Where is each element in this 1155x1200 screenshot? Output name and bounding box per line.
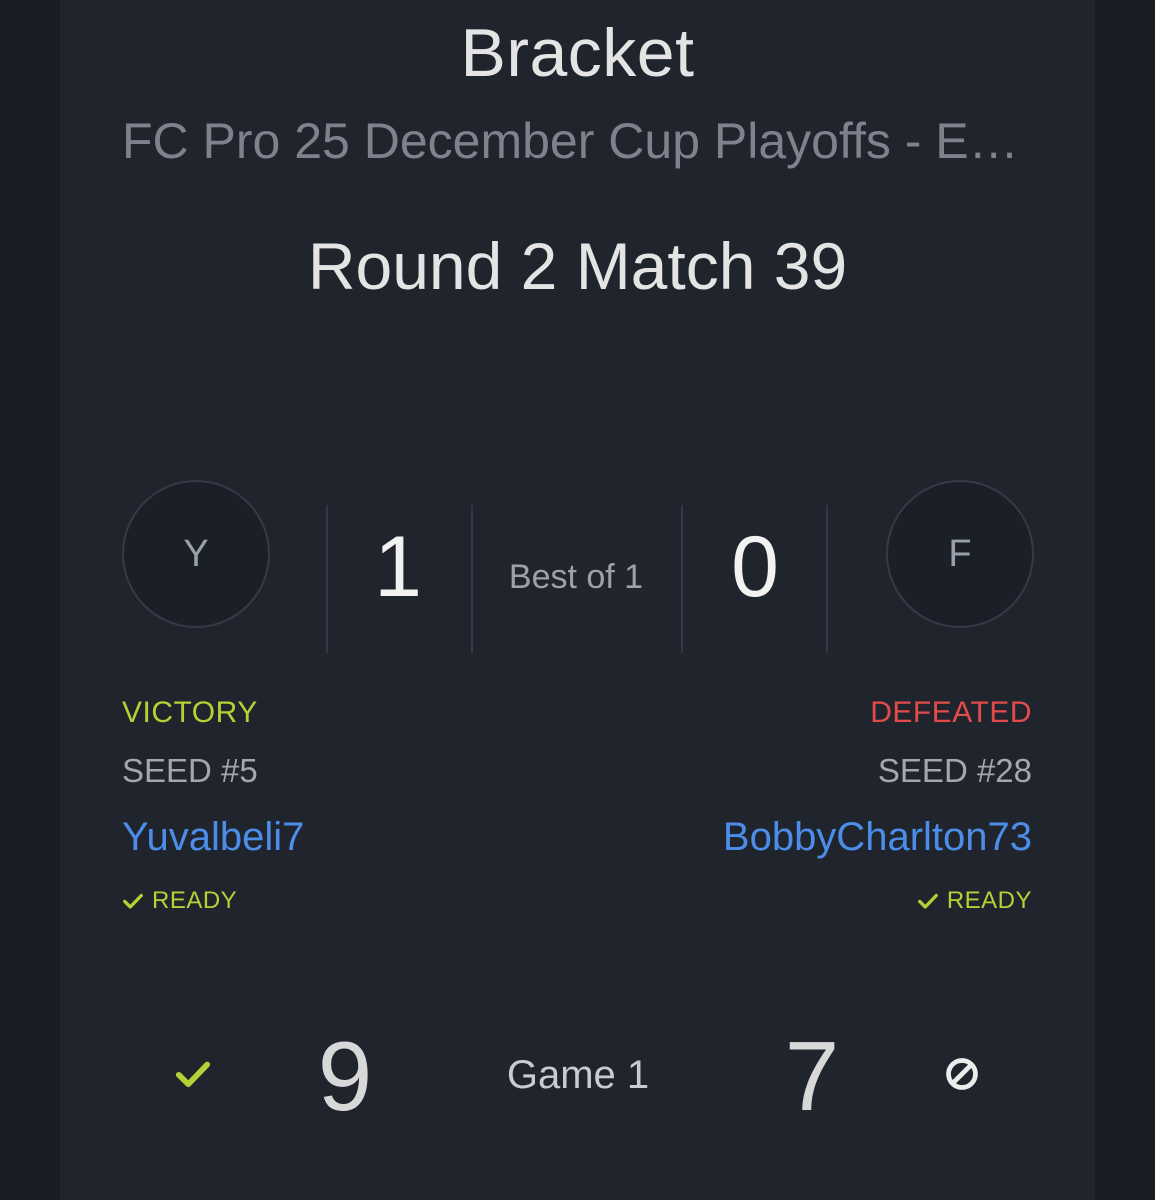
divider <box>471 505 473 653</box>
match-title: Round 2 Match 39 <box>307 229 848 303</box>
right-player-name-link[interactable]: BobbyCharlton73 <box>723 815 1032 860</box>
check-icon <box>123 893 143 909</box>
divider <box>681 505 683 653</box>
left-result-badge: VICTORY <box>122 696 258 729</box>
right-seed: SEED #28 <box>877 752 1032 789</box>
right-result-badge: DEFEATED <box>870 696 1032 729</box>
game-winner-check-icon <box>175 1061 211 1088</box>
tournament-name: FC Pro 25 December Cup Playoffs - E… <box>122 113 1019 169</box>
page-title: Bracket <box>460 15 695 91</box>
divider <box>826 505 828 653</box>
right-series-score: 0 <box>731 519 779 615</box>
best-of-label: Best of 1 <box>508 558 644 596</box>
left-ready-label: READY <box>152 887 238 914</box>
right-ready-status: READY <box>917 887 1032 915</box>
left-player-name-link[interactable]: Yuvalbeli7 <box>122 815 304 860</box>
no-entry-icon <box>946 1058 978 1090</box>
check-icon <box>917 893 938 909</box>
left-series-score: 1 <box>374 519 422 615</box>
right-ready-label: READY <box>946 887 1032 914</box>
game-right-score: 7 <box>784 1021 840 1131</box>
right-player-avatar[interactable]: F <box>886 480 1034 628</box>
game-label: Game 1 <box>506 1053 650 1097</box>
left-player-avatar[interactable]: Y <box>122 480 270 628</box>
left-ready-status: READY <box>122 887 237 915</box>
right-avatar-letter: F <box>948 532 972 575</box>
game-left-score: 9 <box>317 1021 373 1131</box>
divider <box>326 505 328 653</box>
left-seed: SEED #5 <box>122 752 258 789</box>
left-avatar-letter: Y <box>183 532 209 575</box>
